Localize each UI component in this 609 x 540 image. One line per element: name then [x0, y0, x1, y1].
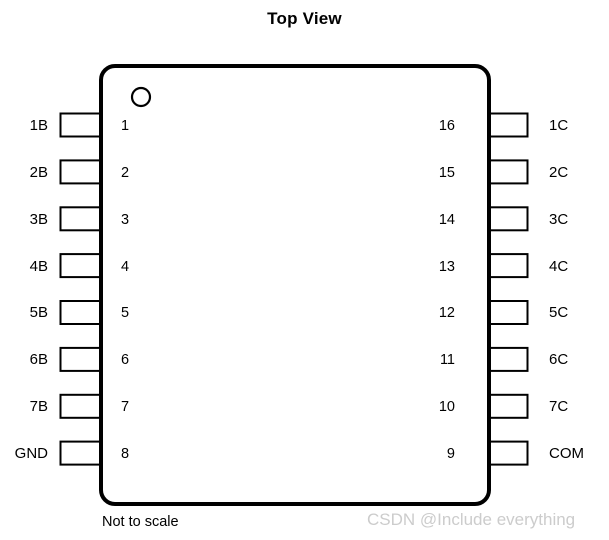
pin-label-right-9: COM	[549, 445, 584, 462]
pin-number-14: 14	[438, 212, 455, 228]
pin-label-right-11: 6C	[549, 351, 569, 368]
pin-number-5: 5	[121, 305, 130, 321]
pin-label-right-10: 7C	[549, 398, 569, 415]
pin-lead-right-15	[485, 159, 529, 185]
pin-number-12: 12	[438, 305, 455, 321]
pin-number-2: 2	[121, 165, 130, 181]
pin-number-9: 9	[446, 446, 455, 462]
pinout-diagram: Top View 1B 2B 3B 4B 5B 6B 7B GND 1C 2C …	[0, 0, 609, 540]
pin-number-13: 13	[438, 259, 455, 275]
pin-lead-left-3	[59, 206, 105, 232]
pin-label-left-5: 5B	[29, 304, 48, 321]
pin-lead-left-6	[59, 346, 105, 372]
pin-number-1: 1	[121, 118, 130, 134]
pin-number-3: 3	[121, 212, 130, 228]
pin-number-8: 8	[121, 446, 130, 462]
pin-lead-right-9	[485, 440, 529, 466]
pin-label-right-15: 2C	[549, 164, 569, 181]
pin-lead-left-8	[59, 440, 105, 466]
pin-label-left-3: 3B	[29, 211, 48, 228]
pin-label-right-14: 3C	[549, 211, 569, 228]
pin-number-16: 16	[438, 118, 455, 134]
pin-label-left-7: 7B	[29, 398, 48, 415]
pin-label-right-12: 5C	[549, 304, 569, 321]
pin-lead-right-13	[485, 253, 529, 279]
pin-number-7: 7	[121, 399, 130, 415]
pin-lead-right-10	[485, 393, 529, 419]
pin-number-4: 4	[121, 259, 130, 275]
pin-number-11: 11	[439, 352, 455, 368]
pin-label-left-8: GND	[14, 445, 48, 462]
pin-label-left-1: 1B	[29, 117, 48, 134]
package-body	[99, 64, 491, 506]
pin-lead-left-4	[59, 253, 105, 279]
package-drawing	[59, 64, 529, 506]
pin-label-right-16: 1C	[549, 117, 569, 134]
pin-lead-right-12	[485, 300, 529, 325]
pin-label-left-2: 2B	[29, 164, 48, 181]
pin-number-15: 15	[438, 165, 455, 181]
pin-lead-left-7	[59, 393, 105, 419]
pin-lead-left-5	[59, 300, 105, 325]
pin-lead-right-14	[485, 206, 529, 232]
pin-lead-left-1	[59, 112, 105, 138]
pin-1-marker-icon	[130, 86, 152, 108]
pin-lead-right-16	[485, 112, 529, 138]
pin-lead-left-2	[59, 159, 105, 185]
pin-label-left-6: 6B	[29, 351, 48, 368]
right-pin-leads	[485, 112, 529, 466]
pin-number-6: 6	[121, 352, 130, 368]
pin-lead-right-11	[485, 346, 529, 372]
scale-note: Not to scale	[102, 514, 179, 530]
watermark: CSDN @Include everything	[367, 510, 576, 529]
pin-number-10: 10	[438, 399, 455, 415]
left-pin-leads	[59, 112, 105, 466]
pin-label-right-13: 4C	[549, 258, 569, 275]
pin-label-left-4: 4B	[29, 258, 48, 275]
